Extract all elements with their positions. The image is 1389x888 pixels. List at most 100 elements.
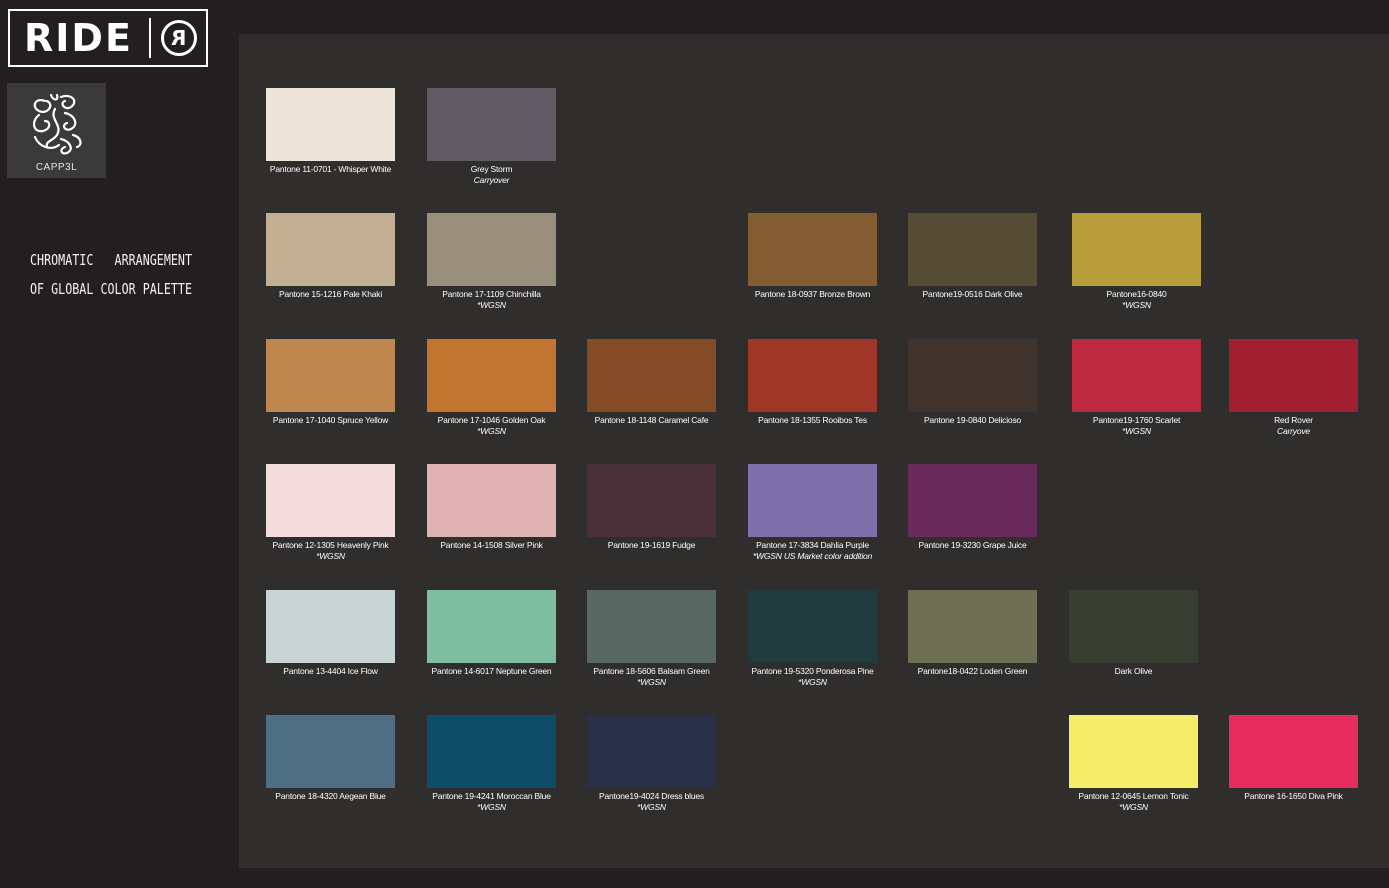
swatch-name: Pantone 12-0645 Lemon Tonic xyxy=(1078,791,1189,801)
ride-logo: RIDE R xyxy=(8,9,208,67)
swatch-label: Pantone 12-1305 Heavenly Pink *WGSN xyxy=(243,540,418,562)
swatch-name: Pantone 18-1148 Caramel Cafe xyxy=(594,415,709,425)
swatch-label: Pantone 14-1508 Silver Pink xyxy=(404,540,579,551)
swatch-label: Pantone 15-1216 Pale Khaki xyxy=(243,289,418,300)
swatch-label: Pantone 14-6017 Neptune Green xyxy=(404,666,579,677)
swatch-note: *WGSN xyxy=(477,300,506,310)
color-swatch xyxy=(1229,339,1358,412)
swatch-name: Dark Olive xyxy=(1114,666,1153,676)
color-swatch xyxy=(587,339,716,412)
swatch-label: Pantone 19-0840 Delicioso xyxy=(885,415,1060,426)
swatch-name: Pantone 14-1508 Silver Pink xyxy=(440,540,543,550)
color-swatch xyxy=(748,590,877,663)
swatch-name: Pantone 17-1040 Spruce Yellow xyxy=(272,415,389,425)
color-swatch xyxy=(266,464,395,537)
color-swatch xyxy=(266,339,395,412)
swatch-name: Pantone 18-1355 Rooibos Tes xyxy=(758,415,867,425)
color-swatch xyxy=(1069,715,1198,788)
cappel-crest-icon xyxy=(33,93,82,155)
palette-panel xyxy=(239,34,1389,868)
swatch-label: Pantone 18-1355 Rooibos Tes xyxy=(725,415,900,426)
color-swatch xyxy=(748,213,877,286)
color-swatch xyxy=(587,715,716,788)
color-swatch xyxy=(908,339,1037,412)
swatch-name: Pantone19-1760 Scarlet xyxy=(1092,415,1181,425)
swatch-name: Pantone 19-3230 Grape Juice xyxy=(918,540,1027,550)
swatch-label: Pantone 19-3230 Grape Juice xyxy=(885,540,1060,551)
swatch-name: Pantone19-0516 Dark Olive xyxy=(922,289,1023,299)
swatch-label: Pantone16-0840 *WGSN xyxy=(1049,289,1224,311)
color-swatch xyxy=(427,88,556,161)
swatch-note: *WGSN xyxy=(637,677,666,687)
swatch-label: Pantone 19-1619 Fudge xyxy=(564,540,739,551)
color-swatch xyxy=(266,590,395,663)
color-swatch xyxy=(748,464,877,537)
swatch-name: Pantone 19-4241 Moroccan Blue xyxy=(432,791,551,801)
swatch-label: Pantone 17-1040 Spruce Yellow xyxy=(243,415,418,426)
swatch-note: *WGSN xyxy=(316,551,345,561)
swatch-label: Pantone 17-3834 Dahlia Purple *WGSN US Ma… xyxy=(725,540,900,562)
swatch-note: *WGSN xyxy=(477,426,506,436)
color-swatch xyxy=(427,464,556,537)
color-swatch xyxy=(427,339,556,412)
swatch-name: Pantone 18-5606 Balsam Green xyxy=(593,666,710,676)
swatch-label: Pantone 18-1148 Caramel Cafe xyxy=(564,415,739,426)
swatch-name: Pantone 19-5320 Ponderosa Pine xyxy=(751,666,874,676)
swatch-label: Pantone19-1760 Scarlet *WGSN xyxy=(1049,415,1224,437)
swatch-label: Pantone 19-4241 Moroccan Blue *WGSN xyxy=(404,791,579,813)
swatch-name: Pantone19-4024 Dress blues xyxy=(599,791,704,801)
swatch-note: Carryover xyxy=(473,175,510,185)
swatch-name: Pantone18-0422 Loden Green xyxy=(917,666,1028,676)
swatch-label: Pantone 18-0937 Bronze Brown xyxy=(725,289,900,300)
swatch-label: Pantone 17-1046 Golden Oak *WGSN xyxy=(404,415,579,437)
color-swatch xyxy=(908,464,1037,537)
swatch-note: *WGSN xyxy=(1122,300,1151,310)
color-swatch xyxy=(1072,213,1201,286)
swatch-note: Carryove xyxy=(1277,426,1310,436)
swatch-label: Pantone 17-1109 Chinchilla *WGSN xyxy=(404,289,579,311)
swatch-name: Red Rover xyxy=(1274,415,1313,425)
swatch-label: Pantone 11-0701 - Whisper White xyxy=(243,164,418,175)
swatch-label: Pantone 18-5606 Balsam Green *WGSN xyxy=(564,666,739,688)
swatch-name: Pantone 19-1619 Fudge xyxy=(607,540,696,550)
swatch-label: Pantone18-0422 Loden Green xyxy=(885,666,1060,677)
cappel-label: CAPP3L xyxy=(35,162,78,173)
swatch-label: Pantone 16-1650 Diva Pink xyxy=(1206,791,1381,802)
swatch-label: Red Rover Carryove xyxy=(1206,415,1381,437)
swatch-note: *WGSN xyxy=(798,677,827,687)
logo-divider xyxy=(148,18,151,58)
swatch-name: Pantone 18-4320 Aegean Blue xyxy=(275,791,386,801)
swatch-label: Dark Olive xyxy=(1046,666,1221,677)
color-swatch xyxy=(908,590,1037,663)
swatch-name: Pantone 12-1305 Heavenly Pink xyxy=(272,540,389,550)
swatch-label: Pantone19-4024 Dress blues *WGSN xyxy=(564,791,739,813)
color-swatch xyxy=(427,590,556,663)
swatch-name: Pantone 14-6017 Neptune Green xyxy=(431,666,552,676)
swatch-label: Pantone 19-5320 Ponderosa Pine *WGSN xyxy=(725,666,900,688)
swatch-note: *WGSN xyxy=(477,802,506,812)
color-swatch xyxy=(1069,590,1198,663)
swatch-note: *WGSN US Market color addition xyxy=(752,551,873,561)
swatch-name: Pantone 11-0701 - Whisper White xyxy=(269,164,392,174)
palette-heading: CHROMATIC ARRANGEMENT OF GLOBAL COLOR PA… xyxy=(30,246,192,304)
swatch-name: Pantone 17-1046 Golden Oak xyxy=(437,415,546,425)
color-swatch xyxy=(587,590,716,663)
swatch-note: *WGSN xyxy=(1119,802,1148,812)
color-swatch xyxy=(1229,715,1358,788)
swatch-label: Pantone 12-0645 Lemon Tonic *WGSN xyxy=(1046,791,1221,813)
ride-r-mark-icon: R xyxy=(160,20,197,56)
swatch-name: Pantone16-0840 xyxy=(1106,289,1167,299)
swatch-label: Pantone 18-4320 Aegean Blue xyxy=(243,791,418,802)
swatch-name: Pantone 19-0840 Delicioso xyxy=(923,415,1022,425)
swatch-name: Grey Storm xyxy=(470,164,513,174)
color-swatch xyxy=(427,213,556,286)
color-swatch xyxy=(1072,339,1201,412)
heading-line-1: CHROMATIC ARRANGEMENT xyxy=(30,251,193,269)
swatch-label: Grey Storm Carryover xyxy=(404,164,579,186)
swatch-name: Pantone 15-1216 Pale Khaki xyxy=(278,289,383,299)
heading-line-2: OF GLOBAL COLOR PALETTE xyxy=(30,280,193,298)
swatch-label: Pantone 13-4404 Ice Flow xyxy=(243,666,418,677)
swatch-name: Pantone 18-0937 Bronze Brown xyxy=(754,289,871,299)
cappel-logo: CAPP3L xyxy=(7,83,106,178)
color-swatch xyxy=(266,88,395,161)
